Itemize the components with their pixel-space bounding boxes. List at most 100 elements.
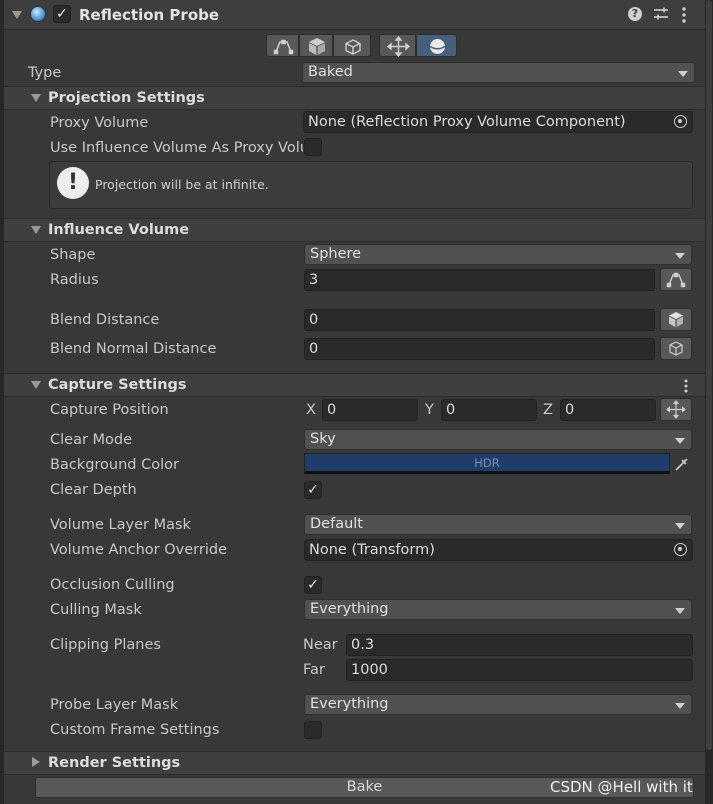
collapse-triangle-icon[interactable]	[31, 381, 41, 389]
near-field[interactable]: 0.3	[346, 634, 693, 656]
object-picker-icon[interactable]	[674, 115, 687, 128]
kebab-menu-icon[interactable]	[681, 7, 689, 25]
help-text: Projection will be at infinite.	[95, 177, 269, 192]
capture-settings-title: Capture Settings	[48, 377, 187, 393]
occlusion-culling-checkbox[interactable]: ✓	[304, 576, 322, 594]
blend-normal-distance-field[interactable]: 0	[304, 338, 655, 360]
background-color-label: Background Color	[50, 457, 179, 473]
near-label: Near	[303, 637, 338, 653]
kebab-menu-icon[interactable]	[683, 378, 689, 394]
probe-layer-mask-value: Everything	[310, 696, 389, 712]
capture-z-value: 0	[565, 402, 575, 418]
background-color-swatch[interactable]: HDR	[304, 453, 670, 474]
capture-x-value: 0	[327, 402, 337, 418]
warning-icon: !	[57, 167, 89, 199]
proxy-volume-label: Proxy Volume	[50, 115, 149, 131]
clear-mode-dropdown[interactable]: Sky	[304, 429, 692, 450]
collapse-triangle-icon[interactable]	[12, 11, 22, 19]
move-capture-button[interactable]	[660, 398, 692, 421]
clear-depth-label: Clear Depth	[50, 482, 137, 498]
chevron-down-icon	[675, 438, 685, 444]
move-icon[interactable]	[379, 34, 416, 58]
type-value: Baked	[308, 64, 353, 80]
preset-icon[interactable]	[653, 7, 669, 21]
eyedropper-icon[interactable]	[672, 454, 692, 474]
watermark: CSDN @Hell with it	[550, 778, 693, 796]
volume-layer-mask-dropdown[interactable]: Default	[304, 514, 692, 535]
capture-z-field[interactable]: 0	[560, 399, 656, 421]
far-value: 1000	[351, 662, 388, 678]
culling-mask-label: Culling Mask	[50, 602, 142, 618]
box-icon[interactable]	[299, 34, 333, 57]
probe-layer-mask-dropdown[interactable]: Everything	[304, 694, 692, 715]
near-value: 0.3	[351, 637, 375, 653]
chevron-down-icon	[675, 703, 685, 709]
edit-influence-icon[interactable]	[266, 34, 299, 57]
clear-depth-checkbox[interactable]: ✓	[304, 481, 322, 499]
volume-anchor-override-value: None (Transform)	[309, 542, 435, 558]
render-settings-title: Render Settings	[48, 755, 181, 771]
radius-value: 3	[309, 272, 319, 288]
blend-normal-distance-label: Blend Normal Distance	[50, 341, 217, 357]
expand-triangle-icon[interactable]	[32, 757, 40, 767]
help-icon[interactable]: ?	[628, 7, 642, 21]
capture-position-label: Capture Position	[50, 402, 169, 418]
collapse-triangle-icon[interactable]	[31, 226, 41, 234]
shape-value: Sphere	[310, 246, 362, 262]
volume-layer-mask-label: Volume Layer Mask	[50, 517, 191, 533]
capture-y-field[interactable]: 0	[441, 399, 537, 421]
edit-radius-button[interactable]	[660, 268, 692, 291]
shape-label: Shape	[50, 247, 96, 263]
probe-layer-mask-label: Probe Layer Mask	[50, 697, 179, 713]
blend-normal-distance-value: 0	[309, 341, 319, 357]
far-field[interactable]: 1000	[346, 659, 693, 681]
custom-frame-settings-checkbox[interactable]	[304, 721, 322, 739]
shape-dropdown[interactable]: Sphere	[304, 244, 692, 265]
projection-settings-title: Projection Settings	[48, 90, 205, 106]
far-label: Far	[303, 662, 325, 678]
radius-field[interactable]: 3	[304, 269, 655, 291]
box-small-icon[interactable]	[333, 34, 371, 57]
clear-mode-label: Clear Mode	[50, 432, 133, 448]
culling-mask-value: Everything	[310, 601, 389, 617]
occlusion-culling-label: Occlusion Culling	[50, 577, 175, 593]
proxy-volume-value: None (Reflection Proxy Volume Component)	[308, 114, 626, 130]
capture-y-value: 0	[446, 402, 456, 418]
radius-label: Radius	[50, 272, 99, 288]
chevron-down-icon	[678, 71, 688, 77]
volume-anchor-override-field[interactable]: None (Transform)	[304, 539, 693, 561]
blend-distance-label: Blend Distance	[50, 312, 160, 328]
type-dropdown[interactable]: Baked	[302, 62, 695, 83]
chevron-down-icon	[675, 253, 685, 259]
volume-anchor-override-label: Volume Anchor Override	[50, 542, 227, 558]
x-label: X	[306, 402, 316, 418]
volume-layer-mask-value: Default	[310, 516, 363, 532]
z-label: Z	[543, 402, 553, 418]
y-label: Y	[425, 402, 434, 418]
reflection-probe-icon	[30, 6, 46, 22]
edit-blend-normal-button[interactable]	[660, 337, 692, 360]
use-influence-checkbox[interactable]	[304, 138, 322, 156]
sphere-icon[interactable]	[416, 34, 457, 57]
chevron-down-icon	[675, 523, 685, 529]
clear-mode-value: Sky	[310, 431, 336, 447]
capture-x-field[interactable]: 0	[322, 399, 418, 421]
component-enabled-checkbox[interactable]: ✓	[53, 5, 71, 23]
object-picker-icon[interactable]	[674, 543, 687, 556]
scrollbar-thumb[interactable]	[706, 0, 712, 750]
type-label: Type	[28, 65, 62, 81]
use-influence-label: Use Influence Volume As Proxy Volu	[50, 140, 303, 156]
blend-distance-field[interactable]: 0	[304, 309, 655, 331]
collapse-triangle-icon[interactable]	[31, 94, 41, 102]
hdr-label: HDR	[474, 456, 500, 470]
custom-frame-settings-label: Custom Frame Settings	[50, 722, 220, 738]
chevron-down-icon	[675, 608, 685, 614]
component-title: Reflection Probe	[79, 6, 220, 24]
left-gutter	[0, 0, 4, 804]
culling-mask-dropdown[interactable]: Everything	[304, 599, 692, 620]
proxy-volume-field[interactable]: None (Reflection Proxy Volume Component)	[303, 111, 693, 133]
blend-distance-value: 0	[309, 312, 319, 328]
clipping-planes-label: Clipping Planes	[50, 637, 161, 653]
edit-blend-distance-button[interactable]	[660, 308, 692, 331]
influence-volume-title: Influence Volume	[48, 222, 190, 238]
